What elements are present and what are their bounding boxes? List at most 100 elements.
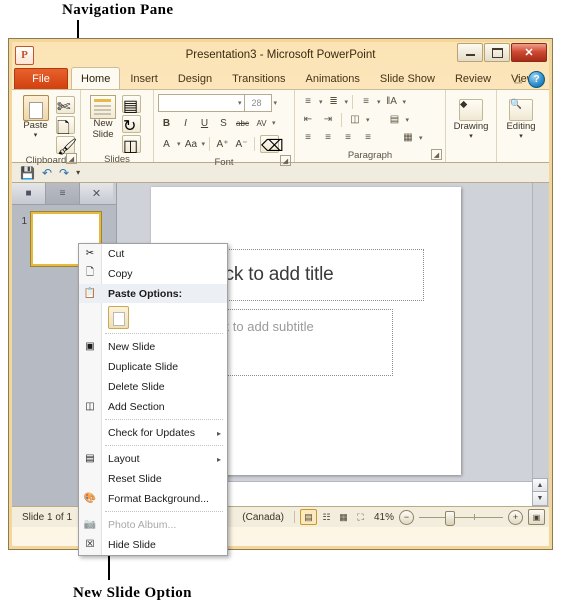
fit-slide-icon[interactable]: ▣ (528, 509, 545, 525)
context-menu[interactable]: ✂ Cut 🗋 Copy 📋 Paste Options: ▣ New Slid… (78, 243, 228, 556)
menu-item-format-background[interactable]: 🎨 Format Background... (79, 489, 227, 509)
bullets-caret-icon[interactable]: ▾ (319, 98, 323, 106)
menu-item-layout[interactable]: ▤ Layout ▸ (79, 449, 227, 469)
numbering-caret-icon[interactable]: ▾ (345, 98, 349, 106)
line-spacing-caret-icon[interactable]: ▾ (377, 98, 381, 106)
align-text-icon[interactable]: ▤ (386, 112, 404, 127)
text-direction-icon[interactable]: ‖A (383, 94, 401, 109)
menu-item-duplicate-slide[interactable]: Duplicate Slide (79, 357, 227, 377)
change-case-caret-icon[interactable]: ▾ (202, 140, 206, 148)
grow-font-button[interactable]: A⁺ (214, 136, 231, 152)
columns-caret-icon[interactable]: ▾ (366, 116, 370, 124)
align-right-icon[interactable]: ≡ (339, 130, 357, 145)
clipboard-dialog-launcher[interactable]: ◢ (66, 153, 77, 164)
text-direction-caret-icon[interactable]: ▾ (403, 98, 407, 106)
cut-icon[interactable]: ✄ (56, 96, 75, 116)
smartart-icon[interactable]: ▦ (399, 130, 417, 145)
align-left-icon[interactable]: ≡ (299, 130, 317, 145)
slides-tab[interactable]: ≡ (46, 183, 80, 204)
bold-button[interactable]: B (158, 115, 175, 131)
paste-caret-icon[interactable]: ▾ (34, 132, 38, 140)
help-icon[interactable]: ? (528, 71, 545, 88)
spacing-caret-icon[interactable]: ▾ (272, 119, 276, 127)
vertical-scrollbar[interactable] (532, 183, 549, 506)
zoom-slider[interactable] (419, 510, 503, 526)
reading-view-button[interactable]: ▦ (336, 510, 351, 524)
justify-icon[interactable]: ≡ (359, 130, 377, 145)
minimize-button[interactable] (457, 43, 483, 62)
editing-button[interactable]: 🔍 Editing ▾ (501, 96, 541, 141)
zoom-out-button[interactable]: − (399, 509, 414, 525)
tab-home[interactable]: Home (71, 67, 121, 89)
chevron-up-icon[interactable]: △ (514, 74, 522, 85)
columns-icon[interactable]: ◫ (346, 112, 364, 127)
tab-animations[interactable]: Animations (296, 68, 370, 89)
font-color-caret-icon[interactable]: ▾ (177, 140, 181, 148)
numbering-icon[interactable]: ≣ (325, 94, 343, 109)
save-icon[interactable]: 💾 (20, 166, 35, 180)
scroll-down-button[interactable]: ▼ (532, 491, 548, 506)
section-icon[interactable]: ◫ (122, 135, 141, 155)
format-painter-icon[interactable]: 🖌 (56, 136, 77, 156)
tab-insert[interactable]: Insert (120, 68, 168, 89)
line-spacing-icon[interactable]: ≡ (357, 94, 375, 109)
font-name-combo[interactable] (158, 94, 248, 112)
clear-formatting-icon[interactable]: ⌫ (260, 135, 284, 155)
menu-item-cut[interactable]: ✂ Cut (79, 244, 227, 264)
menu-item-copy[interactable]: 🗋 Copy (79, 264, 227, 284)
tab-slide-show[interactable]: Slide Show (370, 68, 445, 89)
slide-show-button[interactable]: ⛶ (353, 510, 368, 524)
paragraph-group-label: Paragraph ◢ (295, 148, 445, 162)
strikethrough-button[interactable]: abc (234, 115, 251, 131)
bullets-icon[interactable]: ≡ (299, 94, 317, 109)
normal-view-button[interactable]: ▤ (299, 509, 317, 525)
decrease-indent-icon[interactable]: ⇤ (299, 112, 317, 127)
paste-keep-formatting-icon[interactable] (108, 305, 129, 329)
zoom-in-button[interactable]: + (508, 509, 523, 525)
undo-icon[interactable]: ↶ (42, 166, 52, 180)
paragraph-dialog-launcher[interactable]: ◢ (431, 149, 442, 160)
font-name-caret-icon[interactable]: ▾ (238, 99, 242, 107)
tab-design[interactable]: Design (168, 68, 222, 89)
tab-review[interactable]: Review (445, 68, 501, 89)
new-slide-button[interactable]: New Slide (85, 93, 121, 141)
tab-file[interactable]: File (14, 68, 68, 89)
increase-indent-icon[interactable]: ⇥ (319, 112, 337, 127)
menu-item-reset-slide[interactable]: Reset Slide (79, 469, 227, 489)
redo-icon[interactable]: ↷ (59, 166, 69, 180)
italic-button[interactable]: I (177, 115, 194, 131)
copy-icon[interactable]: 🗋 (56, 116, 75, 137)
align-center-icon[interactable]: ≡ (319, 130, 337, 145)
close-button[interactable]: ✕ (511, 43, 547, 62)
tab-transitions[interactable]: Transitions (222, 68, 295, 89)
paste-button[interactable]: Paste ▾ (16, 93, 55, 140)
customize-qat-icon[interactable]: ▾ (76, 168, 80, 177)
shrink-font-button[interactable]: A⁻ (233, 136, 250, 152)
underline-button[interactable]: U (196, 115, 213, 131)
change-case-button[interactable]: Aa (183, 136, 200, 152)
font-size-combo[interactable]: 28 (243, 94, 272, 112)
drawing-button[interactable]: ◆ Drawing ▾ (450, 96, 492, 141)
menu-item-hide-slide[interactable]: ☒ Hide Slide (79, 535, 227, 555)
editing-caret-icon[interactable]: ▾ (519, 133, 523, 141)
menu-item-new-slide[interactable]: ▣ New Slide (79, 337, 227, 357)
menu-item-delete-slide[interactable]: Delete Slide (79, 377, 227, 397)
zoom-slider-thumb[interactable] (445, 510, 455, 526)
text-shadow-button[interactable]: S (215, 115, 232, 131)
smartart-caret-icon[interactable]: ▾ (419, 134, 423, 142)
font-color-button[interactable]: A (158, 136, 175, 152)
layout-icon[interactable]: ▤ (122, 95, 141, 115)
character-spacing-button[interactable]: AV (253, 115, 270, 131)
align-text-caret-icon[interactable]: ▾ (406, 116, 410, 124)
outline-tab[interactable]: ■ (12, 183, 46, 204)
restore-button[interactable] (484, 43, 510, 62)
menu-item-add-section[interactable]: ◫ Add Section (79, 397, 227, 417)
font-size-caret-icon[interactable]: ▾ (274, 99, 278, 107)
reset-icon[interactable]: ↻ (122, 115, 141, 135)
slide-sorter-button[interactable]: ☷ (319, 510, 334, 524)
clipboard-label-text: Clipboard (25, 155, 67, 166)
close-pane-tab[interactable]: ✕ (80, 183, 113, 204)
drawing-caret-icon[interactable]: ▾ (469, 133, 473, 141)
font-dialog-launcher[interactable]: ◢ (280, 155, 291, 166)
menu-item-check-for-updates[interactable]: Check for Updates ▸ (79, 423, 227, 443)
